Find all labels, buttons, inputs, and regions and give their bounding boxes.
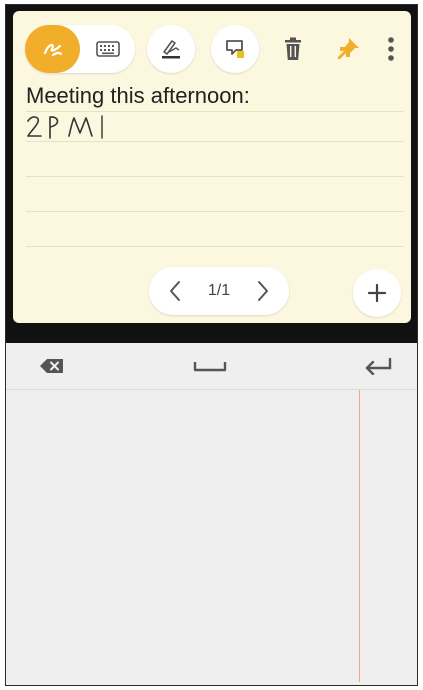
- screen-frame: Meeting this afternoon: 1/1: [5, 4, 418, 686]
- pen-mode-button[interactable]: [25, 25, 80, 73]
- enter-icon: [365, 357, 392, 375]
- handwriting-writing-area[interactable]: [6, 390, 417, 685]
- memo-rule: [26, 111, 404, 112]
- next-page-button[interactable]: [243, 267, 283, 315]
- trash-icon: [285, 37, 301, 60]
- memo-rule: [26, 176, 404, 177]
- handwritten-note[interactable]: [26, 113, 116, 146]
- input-mode-toggle: [25, 25, 135, 73]
- handwritten-text-2pm: [27, 115, 103, 139]
- enter-key[interactable]: [358, 351, 398, 381]
- delete-button[interactable]: [276, 31, 310, 67]
- more-options-button[interactable]: [379, 31, 403, 67]
- convert-to-text-icon: [226, 40, 244, 58]
- pin-icon: [338, 38, 359, 59]
- pin-button[interactable]: [331, 31, 365, 67]
- handwriting-input-panel: [6, 343, 417, 685]
- keyboard-icon: [95, 41, 120, 57]
- writing-cursor-line: [359, 390, 360, 682]
- add-page-button[interactable]: [353, 269, 401, 317]
- pen-handwriting-icon: [43, 43, 62, 57]
- handwriting-key-bar: [6, 343, 417, 390]
- backspace-icon: [40, 359, 63, 373]
- convert-to-text-button[interactable]: [211, 25, 259, 73]
- space-key[interactable]: [190, 351, 230, 381]
- backspace-key[interactable]: [32, 351, 72, 381]
- memo-toolbar: [13, 11, 411, 81]
- pen-settings-button[interactable]: [147, 25, 195, 73]
- space-icon: [193, 362, 227, 372]
- memo-rule: [26, 211, 404, 212]
- keyboard-mode-button[interactable]: [80, 25, 135, 73]
- chevron-right-icon: [258, 281, 268, 301]
- memo-title: Meeting this afternoon:: [26, 83, 250, 108]
- plus-icon: [367, 283, 387, 303]
- memo-card: Meeting this afternoon: 1/1: [13, 11, 411, 323]
- more-vertical-icon: [388, 37, 394, 61]
- memo-rule: [26, 246, 404, 247]
- page-navigator: 1/1: [149, 267, 289, 315]
- pen-settings-icon: [162, 40, 180, 59]
